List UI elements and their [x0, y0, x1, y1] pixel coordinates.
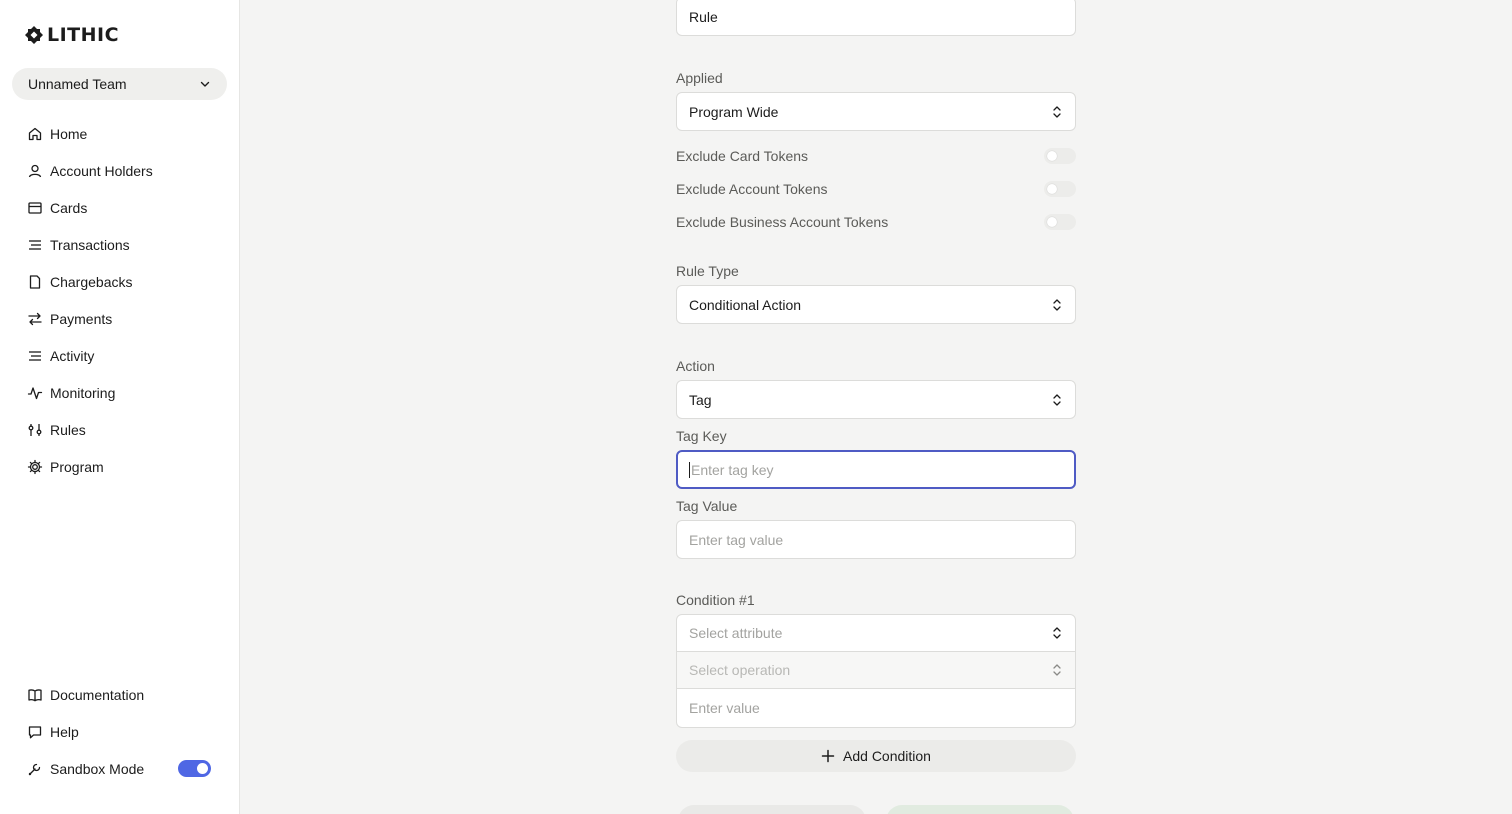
tag-key-placeholder: Enter tag key [691, 461, 774, 478]
select-arrows-icon [1052, 663, 1062, 677]
sidebar-item-payments[interactable]: Payments [0, 300, 239, 337]
sidebar-bottom-nav: Documentation Help Sandbox Mode [0, 676, 239, 787]
sidebar-item-activity[interactable]: Activity [0, 337, 239, 374]
operation-placeholder: Select operation [689, 662, 791, 678]
exclude-account-tokens-toggle[interactable] [1044, 181, 1076, 197]
sidebar: LITHIC Unnamed Team Home Account Holders… [0, 0, 240, 814]
document-icon [27, 274, 43, 290]
card-icon [27, 200, 43, 216]
sidebar-item-chargebacks[interactable]: Chargebacks [0, 263, 239, 300]
applied-select[interactable]: Program Wide [676, 92, 1076, 131]
lithic-logo-icon [25, 26, 43, 44]
exclude-account-tokens-label: Exclude Account Tokens [676, 181, 828, 197]
gear-icon [27, 459, 43, 475]
chat-icon [27, 724, 43, 740]
condition-label: Condition #1 [676, 592, 755, 608]
home-icon [27, 126, 43, 142]
select-arrows-icon [1052, 626, 1062, 640]
sidebar-item-program[interactable]: Program [0, 448, 239, 485]
list-icon [27, 348, 43, 364]
sidebar-item-label: Help [50, 723, 79, 740]
team-name: Unnamed Team [28, 76, 127, 92]
submit-button[interactable] [886, 805, 1074, 814]
condition-value-input[interactable]: Enter value [677, 689, 1075, 727]
wrench-icon [27, 761, 43, 777]
attribute-placeholder: Select attribute [689, 625, 783, 641]
sidebar-item-label: Monitoring [50, 384, 116, 401]
sidebar-item-account-holders[interactable]: Account Holders [0, 152, 239, 189]
plus-icon [821, 749, 835, 763]
select-arrows-icon [1052, 298, 1062, 312]
exclude-business-account-tokens-toggle[interactable] [1044, 214, 1076, 230]
exclude-account-tokens-row: Exclude Account Tokens [676, 180, 1076, 198]
sidebar-item-label: Payments [50, 310, 113, 327]
applied-label: Applied [676, 70, 723, 86]
team-switcher[interactable]: Unnamed Team [12, 68, 227, 100]
select-arrows-icon [1052, 393, 1062, 407]
sidebar-item-rules[interactable]: Rules [0, 411, 239, 448]
exclude-business-account-tokens-row: Exclude Business Account Tokens [676, 213, 1076, 231]
rule-name-value: Rule [689, 8, 718, 25]
add-condition-label: Add Condition [843, 748, 931, 764]
exclude-card-tokens-toggle[interactable] [1044, 148, 1076, 164]
add-condition-button[interactable]: Add Condition [676, 740, 1076, 772]
arrows-icon [27, 311, 43, 327]
condition-group: Select attribute Select operation Enter … [676, 614, 1076, 728]
applied-value: Program Wide [689, 103, 779, 120]
cancel-button[interactable] [678, 805, 866, 814]
exclude-card-tokens-row: Exclude Card Tokens [676, 147, 1076, 165]
list-icon [27, 237, 43, 253]
sidebar-item-label: Documentation [50, 686, 145, 703]
sidebar-item-sandbox-mode: Sandbox Mode [0, 750, 239, 787]
sidebar-item-label: Rules [50, 421, 86, 438]
sidebar-item-documentation[interactable]: Documentation [0, 676, 239, 713]
sidebar-item-label: Sandbox Mode [50, 760, 145, 777]
attribute-select[interactable]: Select attribute [677, 615, 1075, 652]
sidebar-item-label: Home [50, 125, 88, 142]
sidebar-item-label: Account Holders [50, 162, 153, 179]
sidebar-item-label: Program [50, 458, 104, 475]
brand-logo[interactable]: LITHIC [24, 24, 119, 46]
sidebar-item-transactions[interactable]: Transactions [0, 226, 239, 263]
user-icon [27, 163, 43, 179]
tag-value-label: Tag Value [676, 498, 738, 514]
value-placeholder: Enter value [689, 700, 760, 716]
rule-name-input[interactable]: Rule [676, 0, 1076, 36]
sidebar-item-help[interactable]: Help [0, 713, 239, 750]
sidebar-item-label: Cards [50, 199, 88, 216]
sidebar-item-label: Chargebacks [50, 273, 133, 290]
sidebar-item-home[interactable]: Home [0, 115, 239, 152]
pulse-icon [27, 385, 43, 401]
sidebar-item-label: Transactions [50, 236, 130, 253]
rule-type-label: Rule Type [676, 263, 739, 279]
text-cursor [689, 461, 690, 478]
chevron-down-icon [199, 78, 211, 90]
exclude-business-account-tokens-label: Exclude Business Account Tokens [676, 214, 889, 230]
sidebar-item-label: Activity [50, 347, 95, 364]
sidebar-item-monitoring[interactable]: Monitoring [0, 374, 239, 411]
sidebar-item-cards[interactable]: Cards [0, 189, 239, 226]
select-arrows-icon [1052, 105, 1062, 119]
action-value: Tag [689, 391, 712, 408]
brand-name: LITHIC [47, 24, 120, 46]
rule-type-value: Conditional Action [689, 296, 802, 313]
operation-select[interactable]: Select operation [677, 652, 1075, 689]
tag-value-input[interactable]: Enter tag value [676, 520, 1076, 559]
exclude-card-tokens-label: Exclude Card Tokens [676, 148, 809, 164]
sidebar-nav: Home Account Holders Cards Transactions … [0, 115, 239, 485]
sliders-icon [27, 422, 43, 438]
action-select[interactable]: Tag [676, 380, 1076, 419]
sandbox-mode-toggle[interactable] [178, 760, 211, 777]
tag-key-input[interactable]: Enter tag key [676, 450, 1076, 489]
rule-type-select[interactable]: Conditional Action [676, 285, 1076, 324]
action-label: Action [676, 358, 715, 374]
tag-key-label: Tag Key [676, 428, 727, 444]
tag-value-placeholder: Enter tag value [689, 531, 784, 548]
book-icon [27, 687, 43, 703]
